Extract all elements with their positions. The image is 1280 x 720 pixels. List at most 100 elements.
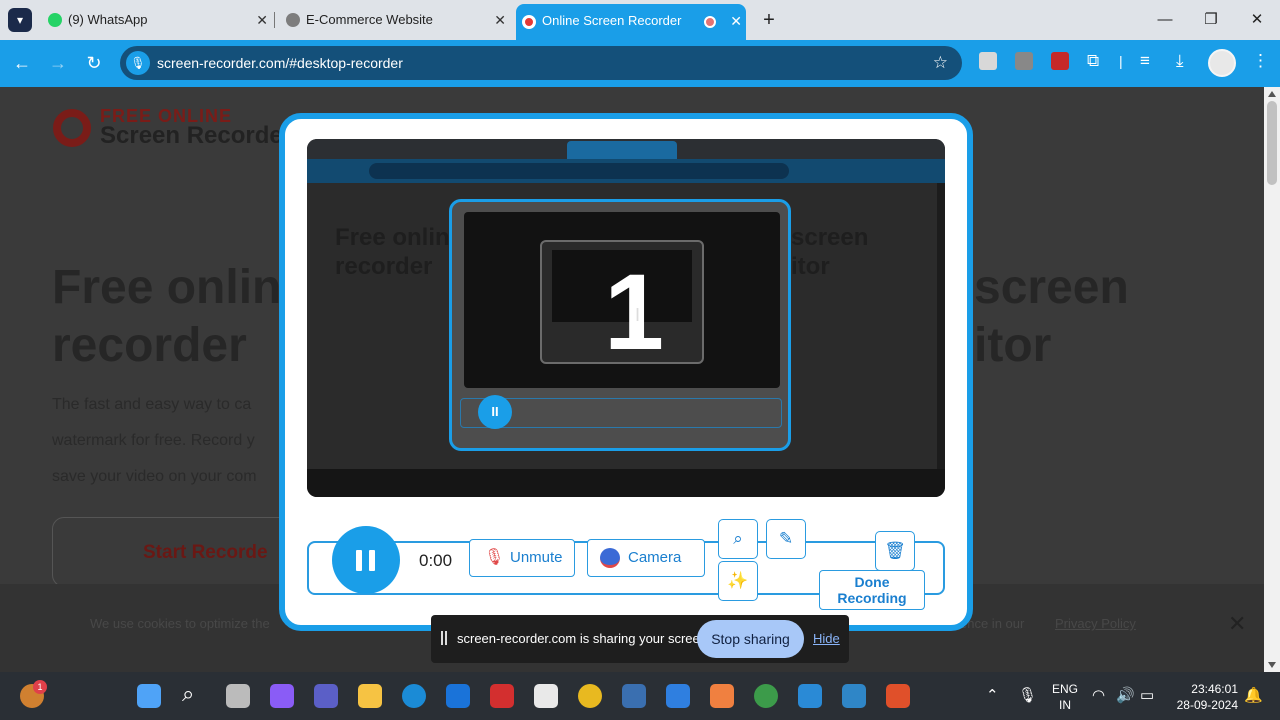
delete-button[interactable]: 🗑	[875, 531, 915, 571]
pause-icon	[356, 550, 362, 571]
battery-icon[interactable]: ▭	[1140, 686, 1154, 706]
close-tab-icon[interactable]: ✕	[494, 6, 506, 34]
clock-time: 23:46:01	[1191, 682, 1238, 696]
region-code: IN	[1059, 698, 1071, 712]
browser-menu-icon[interactable]: ⋮	[1252, 50, 1269, 72]
close-tab-icon[interactable]: ✕	[730, 4, 742, 38]
media-controls-icon[interactable]: ≡	[1140, 50, 1150, 72]
app-icon-1[interactable]	[622, 684, 646, 708]
tab-separator	[274, 12, 275, 28]
camera-label: Camera	[628, 549, 682, 566]
close-tab-icon[interactable]: ✕	[256, 6, 268, 34]
help-icon[interactable]	[578, 684, 602, 708]
magnifier-icon: ⌕	[733, 529, 743, 548]
url-text: screen-recorder.com/#desktop-recorder	[157, 55, 403, 71]
brave-icon[interactable]	[886, 684, 910, 708]
preview-heading-line: screen	[791, 224, 869, 251]
draw-button[interactable]: ✎	[766, 519, 806, 559]
pen-icon: ✎	[778, 529, 794, 548]
app-icon-3[interactable]	[710, 684, 734, 708]
scroll-down-arrow-icon[interactable]	[1268, 662, 1276, 668]
camera-button[interactable]: Camera	[587, 539, 705, 577]
myhp-icon[interactable]	[446, 684, 470, 708]
mcafee-icon[interactable]	[490, 684, 514, 708]
hero-paragraph-line: The fast and easy way to ca	[52, 396, 252, 413]
language-indicator[interactable]: ENG IN	[1052, 681, 1078, 713]
chrome-icon[interactable]	[754, 684, 778, 708]
browser-tab-bar: ▾ (9) WhatsApp ✕ E-Commerce Website ✕ On…	[0, 0, 1280, 40]
preview-heading-right: screen itor	[791, 223, 868, 281]
cookie-text: We use cookies to optimize the	[90, 616, 270, 631]
clock-date: 28-09-2024	[1176, 698, 1238, 712]
done-recording-button[interactable]: Done Recording	[819, 570, 925, 610]
close-window-button[interactable]: ✕	[1242, 8, 1272, 32]
microsoft-store-icon[interactable]	[534, 684, 558, 708]
pdf-extension-icon[interactable]	[1051, 52, 1069, 70]
app-icon-4[interactable]	[842, 684, 866, 708]
extensions-puzzle-icon[interactable]: ⧉	[1087, 50, 1099, 72]
confetti-icon: ✨	[727, 571, 749, 590]
tab-search-button[interactable]: ▾	[8, 8, 32, 32]
back-button[interactable]: ←	[10, 52, 34, 74]
preview-address-bar	[369, 163, 789, 179]
stop-sharing-button[interactable]: Stop sharing	[697, 620, 804, 658]
drag-handle-icon[interactable]	[441, 631, 447, 645]
tab-ecommerce[interactable]: E-Commerce Website ✕	[280, 6, 510, 34]
system-clock[interactable]: 23:46:01 28-09-2024	[1172, 681, 1238, 713]
hero-paragraph-line: save your video on your com	[52, 468, 257, 485]
hide-sharing-bar-link[interactable]: Hide	[813, 615, 840, 663]
forward-button[interactable]: →	[46, 52, 70, 74]
screen-sharing-bar: screen-recorder.com is sharing your scre…	[431, 615, 849, 663]
search-icon[interactable]: ⌕	[182, 683, 194, 705]
bookmark-star-icon[interactable]: ☆	[933, 46, 948, 80]
file-explorer-icon[interactable]	[358, 684, 382, 708]
record-icon	[522, 15, 536, 29]
cookie-close-icon[interactable]: ✕	[1228, 611, 1246, 637]
scroll-up-arrow-icon[interactable]	[1268, 91, 1276, 97]
whatsapp-icon	[48, 13, 62, 27]
start-recorder-label: Start Recorde	[143, 542, 268, 563]
windows-taskbar: 1 ⌕ ⌃ 🎙 ENG IN ◠ 🔊 ▭ 23:46:01 28-09-2024…	[0, 672, 1280, 720]
profile-avatar[interactable]	[1208, 49, 1236, 77]
tab-whatsapp[interactable]: (9) WhatsApp ✕	[42, 6, 272, 34]
toolbar-divider: |	[1119, 53, 1123, 69]
pause-icon	[369, 550, 375, 571]
logo-icon	[53, 109, 91, 147]
privacy-policy-link[interactable]: Privacy Policy	[1055, 616, 1136, 631]
wifi-icon[interactable]: ◠	[1092, 686, 1105, 706]
start-recorder-button[interactable]: Start Recorde	[52, 517, 292, 587]
extension-icon-1[interactable]	[979, 52, 997, 70]
scrollbar-thumb[interactable]	[1267, 101, 1277, 185]
volume-icon[interactable]: 🔊	[1116, 686, 1135, 706]
hero-heading-line: Free onlin	[52, 261, 282, 314]
unmute-button[interactable]: 🎙 Unmute	[469, 539, 575, 577]
start-menu-icon[interactable]	[137, 684, 161, 708]
restore-button[interactable]: ❐	[1196, 8, 1226, 32]
edge-icon[interactable]	[402, 684, 426, 708]
copilot-icon[interactable]	[270, 684, 294, 708]
vscode-icon[interactable]	[798, 684, 822, 708]
sharing-message: screen-recorder.com is sharing your scre…	[457, 631, 711, 646]
task-view-icon[interactable]	[226, 684, 250, 708]
pause-button[interactable]	[332, 526, 400, 594]
new-tab-button[interactable]: +	[758, 8, 780, 32]
mic-muted-icon: 🎙	[484, 549, 505, 566]
hero-paragraph-line: watermark for free. Record y	[52, 432, 255, 449]
preview-heading-left: Free onlin recorder	[335, 223, 450, 281]
show-hidden-icons-chevron-icon[interactable]: ⌃	[986, 686, 999, 706]
address-bar[interactable]: 🎙 screen-recorder.com/#desktop-recorder …	[120, 46, 962, 80]
tab-screen-recorder[interactable]: Online Screen Recorder ✕	[516, 4, 746, 40]
minimize-button[interactable]: —	[1150, 8, 1180, 32]
teams-icon[interactable]	[314, 684, 338, 708]
preview-active-tab	[567, 141, 677, 159]
downloads-icon[interactable]: ⤓	[1176, 50, 1184, 72]
microphone-icon[interactable]: 🎙	[126, 51, 150, 75]
page-scrollbar[interactable]	[1264, 87, 1280, 672]
reload-button[interactable]: ↻	[82, 52, 106, 74]
notification-bell-icon[interactable]: 🔔	[1244, 686, 1263, 706]
extension-icon-2[interactable]	[1015, 52, 1033, 70]
app-icon-2[interactable]	[666, 684, 690, 708]
effects-button[interactable]: ✨	[718, 561, 758, 601]
microphone-tray-icon[interactable]: 🎙	[1018, 686, 1037, 706]
zoom-button[interactable]: ⌕	[718, 519, 758, 559]
